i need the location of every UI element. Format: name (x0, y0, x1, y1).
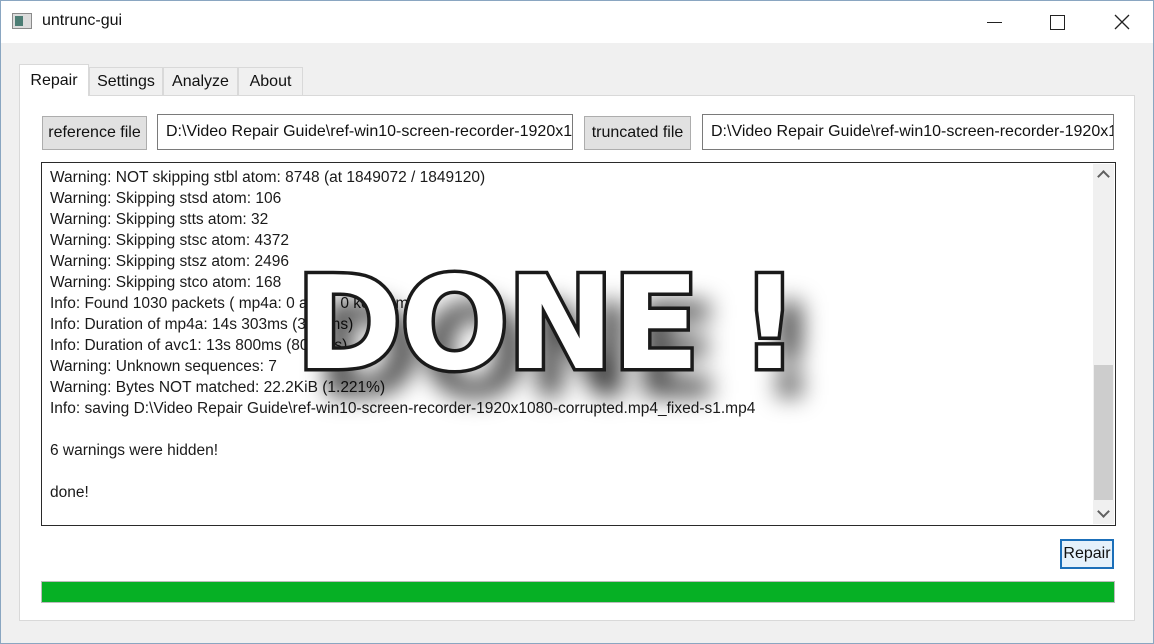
maximize-button[interactable] (1034, 1, 1080, 43)
chevron-down-icon (1097, 505, 1110, 518)
log-line: Warning: Unknown sequences: 7 (50, 358, 277, 375)
log-line: Warning: Skipping stsc atom: 4372 (50, 232, 289, 249)
app-window: untrunc-gui Repair Settings Analyze Abou… (0, 0, 1154, 644)
app-window-icon (12, 13, 32, 29)
chevron-up-icon (1097, 170, 1110, 183)
maximize-icon (1049, 14, 1065, 30)
log-line: Info: saving D:\Video Repair Guide\ref-w… (50, 400, 756, 417)
tab-analyze[interactable]: Analyze (163, 67, 238, 95)
scroll-thumb[interactable] (1094, 365, 1113, 500)
log-line: Info: Found 1030 packets ( mp4a: 0 avc1:… (50, 295, 435, 312)
tab-repair[interactable]: Repair (19, 64, 89, 96)
log-line: Warning: Skipping stco atom: 168 (50, 274, 282, 291)
scroll-up-button[interactable] (1093, 164, 1114, 185)
log-line: done! (50, 484, 89, 501)
log-lines: Warning: NOT skipping stbl atom: 8748 (a… (50, 167, 755, 503)
tab-about[interactable]: About (238, 67, 303, 95)
reference-file-field[interactable]: D:\Video Repair Guide\ref-win10-screen-r… (157, 114, 573, 150)
minimize-button[interactable] (971, 1, 1017, 43)
tab-settings[interactable]: Settings (89, 67, 163, 95)
log-line: Warning: Skipping stsd atom: 106 (50, 190, 282, 207)
progress-bar (41, 581, 1115, 603)
title-bar: untrunc-gui (1, 1, 1153, 43)
repair-panel: reference file D:\Video Repair Guide\ref… (19, 95, 1135, 621)
log-line: Info: Duration of mp4a: 14s 303ms (303 m… (50, 316, 354, 333)
log-line: Warning: Skipping stts atom: 32 (50, 211, 269, 228)
log-line: Warning: NOT skipping stbl atom: 8748 (a… (50, 169, 486, 186)
log-line: Info: Duration of avc1: 13s 800ms (800 m… (50, 337, 348, 354)
window-title: untrunc-gui (42, 12, 123, 29)
close-button[interactable] (1099, 1, 1145, 43)
log-line: Warning: Bytes NOT matched: 22.2KiB (1.2… (50, 379, 386, 396)
close-icon (1114, 14, 1130, 30)
truncated-file-button[interactable]: truncated file (584, 116, 691, 150)
scroll-down-button[interactable] (1093, 503, 1114, 524)
log-scrollbar[interactable] (1093, 164, 1114, 524)
minimize-icon (986, 21, 1002, 23)
log-line: 6 warnings were hidden! (50, 442, 219, 459)
log-output[interactable]: Warning: NOT skipping stbl atom: 8748 (a… (41, 162, 1116, 526)
truncated-file-field[interactable]: D:\Video Repair Guide\ref-win10-screen-r… (702, 114, 1114, 150)
progress-fill (42, 582, 1114, 602)
repair-button[interactable]: Repair (1060, 539, 1114, 569)
reference-file-button[interactable]: reference file (42, 116, 147, 150)
log-line: Warning: Skipping stsz atom: 2496 (50, 253, 289, 270)
